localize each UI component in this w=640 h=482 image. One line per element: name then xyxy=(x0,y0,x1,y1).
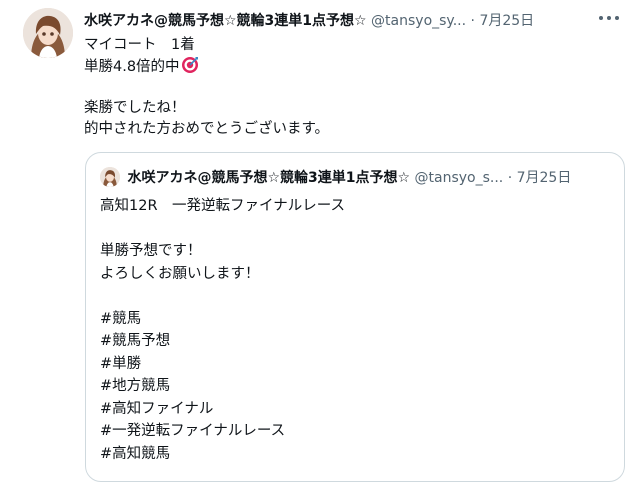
quote-separator-dot: · xyxy=(507,170,513,186)
hashtag-link[interactable]: #地方競馬 xyxy=(100,375,610,398)
quote-header: 水咲アカネ@競馬予想☆競輪3連単1点予想☆ @tansyo_s... · 7月2… xyxy=(100,167,612,189)
tweet-line: 的中された方おめでとうございます。 xyxy=(84,121,330,137)
tweet-line: マイコート 1着 xyxy=(84,37,195,53)
separator-dot: · xyxy=(470,13,475,29)
hashtag-link[interactable]: #高知競馬 xyxy=(100,443,610,466)
tweet-line: 楽勝でしたね！ xyxy=(84,100,186,116)
quote-avatar[interactable] xyxy=(100,167,120,187)
avatar[interactable] xyxy=(23,8,73,58)
avatar-image xyxy=(23,8,73,58)
hashtag-link[interactable]: #競馬予想 xyxy=(100,330,610,353)
hashtag-link[interactable]: #単勝 xyxy=(100,353,610,376)
hashtag-link[interactable]: #一発逆転ファイナルレース xyxy=(100,420,610,443)
quote-display-name[interactable]: 水咲アカネ@競馬予想☆競輪3連単1点予想☆ xyxy=(127,170,410,186)
quote-line: 高知12R 一発逆転ファイナルレース xyxy=(100,198,346,214)
tweet-date[interactable]: 7月25日 xyxy=(479,13,534,29)
quote-date[interactable]: 7月25日 xyxy=(517,170,572,186)
direct-hit-icon xyxy=(181,56,199,74)
quote-line: よろしくお願いします！ xyxy=(100,265,260,282)
tweet-line-text: 単勝4.8倍的中 xyxy=(84,59,180,75)
user-handle[interactable]: @tansyo_sy... xyxy=(371,13,466,29)
quoted-tweet-card[interactable]: 水咲アカネ@競馬予想☆競輪3連単1点予想☆ @tansyo_s... · 7月2… xyxy=(85,152,625,482)
quote-user-handle[interactable]: @tansyo_s... xyxy=(415,170,504,186)
ellipsis-icon[interactable] xyxy=(596,10,622,26)
tweet-text: マイコート 1着 単勝4.8倍的中 楽勝でしたね！ 的中された方おめでとうござい… xyxy=(84,35,604,140)
display-name[interactable]: 水咲アカネ@競馬予想☆競輪3連単1点予想☆ xyxy=(84,13,367,29)
quote-text: 高知12R 一発逆転ファイナルレース 単勝予想です！ よろしくお願いします！ #… xyxy=(100,195,610,465)
hashtag-link[interactable]: #競馬 xyxy=(100,308,610,331)
tweet-line: 単勝4.8倍的中 xyxy=(84,56,604,77)
hashtag-link[interactable]: #高知ファイナル xyxy=(100,398,610,421)
quote-line: 単勝予想です！ xyxy=(100,243,202,259)
tweet-header: 水咲アカネ@競馬予想☆競輪3連単1点予想☆ @tansyo_sy... · 7月… xyxy=(84,10,624,32)
